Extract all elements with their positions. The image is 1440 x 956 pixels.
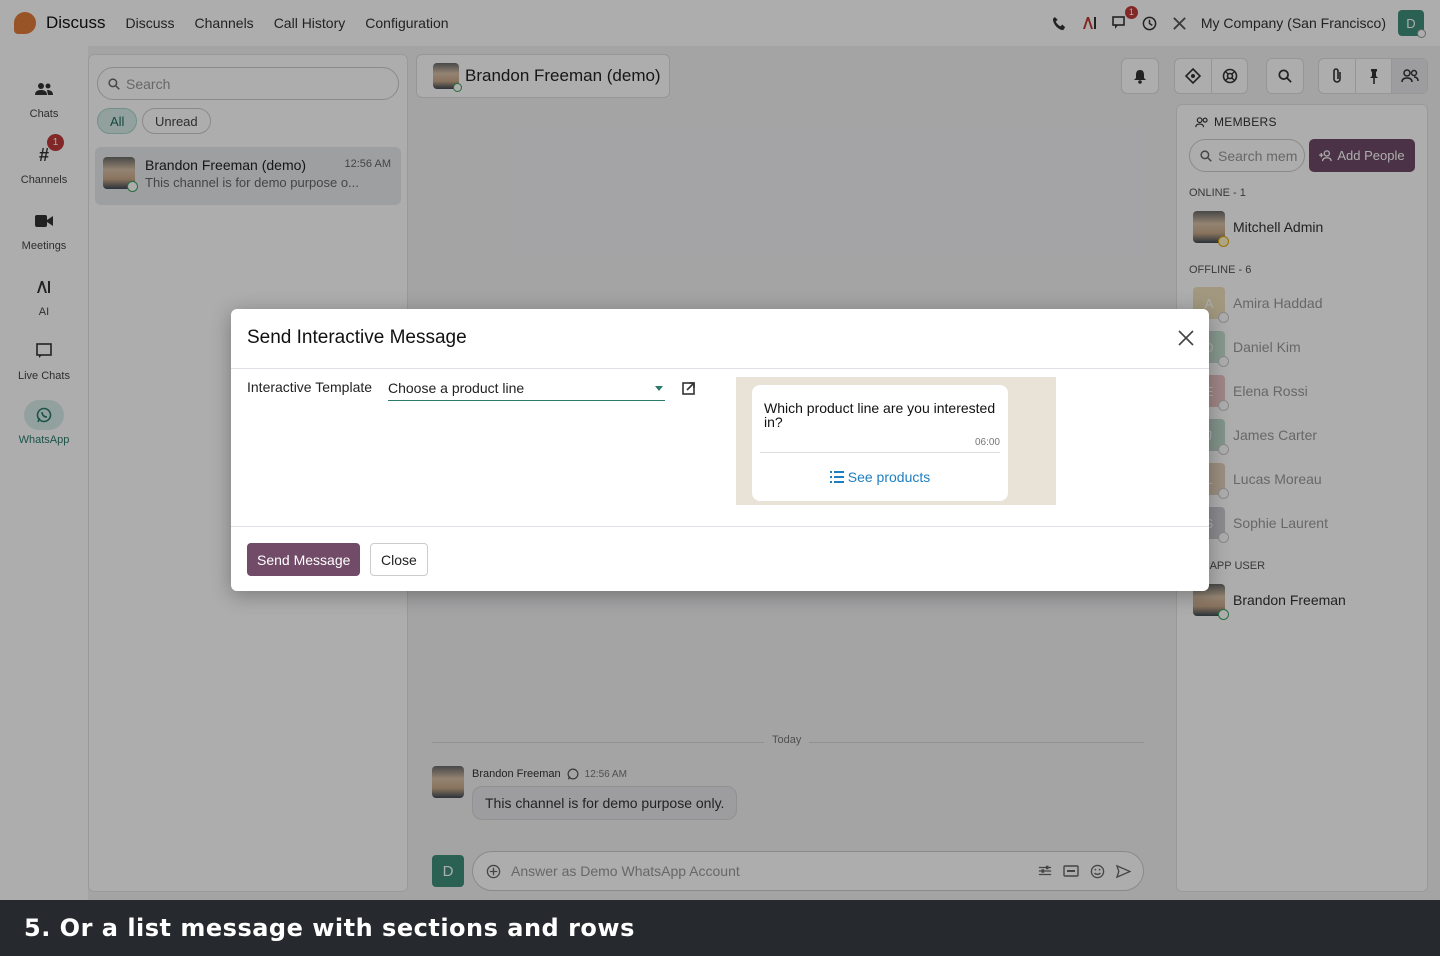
preview-time: 06:00 <box>974 437 1000 448</box>
close-icon[interactable] <box>1177 329 1195 347</box>
close-button[interactable]: Close <box>370 543 428 576</box>
preview-divider <box>760 452 1000 453</box>
dialog-footer-divider <box>231 526 1209 527</box>
preview-button-label: See products <box>847 469 931 485</box>
chevron-down-icon <box>655 386 663 391</box>
preview-list-button: See products <box>752 469 1008 485</box>
external-link-icon[interactable] <box>682 381 696 395</box>
dialog-header-divider <box>231 368 1209 369</box>
interactive-template-value: Choose a product line <box>388 380 525 396</box>
interactive-template-label: Interactive Template <box>247 379 373 395</box>
tutorial-caption: 5. Or a list message with sections and r… <box>0 900 1440 956</box>
preview-question: Which product line are you interested in… <box>764 400 996 430</box>
whatsapp-message-preview: Which product line are you interested in… <box>736 377 1056 505</box>
preview-card: Which product line are you interested in… <box>752 385 1008 501</box>
send-message-button[interactable]: Send Message <box>247 543 361 576</box>
send-interactive-message-dialog: Send Interactive Message Interactive Tem… <box>231 309 1209 591</box>
dialog-title: Send Interactive Message <box>247 327 467 348</box>
interactive-template-select[interactable]: Choose a product line <box>388 379 665 401</box>
list-icon <box>829 471 844 483</box>
